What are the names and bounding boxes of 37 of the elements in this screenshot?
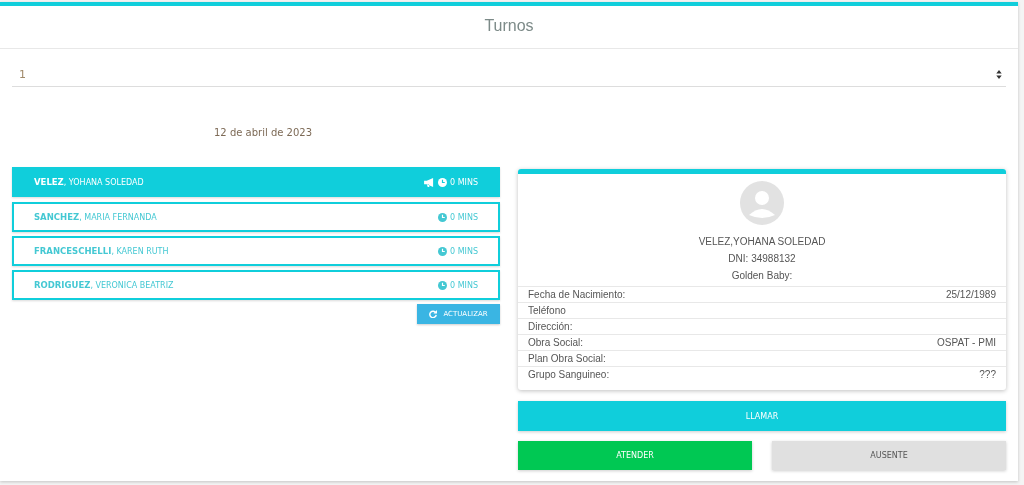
clock-icon	[438, 246, 448, 256]
select-field[interactable]: 1	[12, 62, 1006, 87]
clock-icon	[438, 177, 448, 187]
absent-button[interactable]: AUSENTE	[772, 441, 1006, 470]
wait-time: 0 MINS	[450, 212, 478, 222]
wait-time: 0 MINS	[450, 177, 478, 187]
queue-item[interactable]: FRANCESCHELLI, KAREN RUTH 0 MINS	[12, 236, 500, 266]
patient-name: RODRIGUEZ, VERONICA BEATRIZ	[34, 280, 174, 290]
patient-dni: DNI: 34988132	[728, 252, 796, 266]
field-value: OSPAT - PMI	[937, 336, 996, 350]
clock-icon	[438, 280, 448, 290]
queue-item[interactable]: VELEZ, YOHANA SOLEDAD 0 MINS	[12, 167, 500, 197]
avatar-icon	[740, 181, 784, 225]
sort-icon	[996, 69, 1002, 79]
field-label: Fecha de Nacimiento:	[528, 288, 626, 302]
queue-item[interactable]: SANCHEZ, MARIA FERNANDA 0 MINS	[12, 202, 500, 232]
patient-name: SANCHEZ, MARIA FERNANDA	[34, 212, 157, 222]
date-label: 12 de abril de 2023	[214, 127, 314, 138]
patient-extra: Golden Baby:	[731, 269, 793, 283]
field-label: Plan Obra Social:	[528, 352, 606, 366]
field-label: Grupo Sanguineo:	[528, 368, 610, 382]
field-label: Obra Social:	[528, 336, 584, 350]
field-value: 25/12/1989	[945, 288, 996, 302]
patient-name: FRANCESCHELLI, KAREN RUTH	[34, 246, 169, 256]
wait-time: 0 MINS	[450, 280, 478, 290]
field-label: Teléfono	[528, 304, 566, 318]
patient-name: VELEZ, YOHANA SOLEDAD	[34, 177, 144, 187]
refresh-icon	[429, 310, 438, 318]
field-label: Dirección:	[528, 320, 573, 334]
attend-button[interactable]: ATENDER	[518, 441, 752, 470]
wait-time: 0 MINS	[450, 246, 478, 256]
patient-full-name: VELEZ,YOHANA SOLEDAD	[698, 235, 826, 249]
clock-icon	[438, 212, 448, 222]
queue-item[interactable]: RODRIGUEZ, VERONICA BEATRIZ 0 MINS	[12, 270, 500, 300]
page-title: Turnos	[0, 6, 1018, 49]
call-button[interactable]: LLAMAR	[518, 401, 1006, 431]
field-value: ???	[979, 368, 996, 382]
